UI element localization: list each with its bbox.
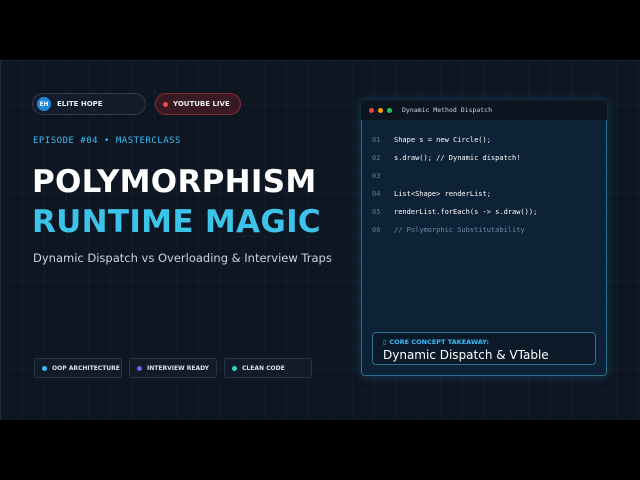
code-text: Shape s = new Circle(); [394, 136, 491, 144]
window-minimize-icon [378, 107, 383, 113]
code-text: renderList.forEach(s -> s.draw()); [394, 208, 538, 216]
line-number: 05 [372, 208, 381, 216]
line-number: 06 [372, 226, 381, 234]
tag-oop-architecture: OOP ARCHITECTURE [34, 358, 122, 378]
title-line-1: POLYMORPHISM [32, 164, 317, 200]
tag-dot-icon [42, 365, 47, 371]
subtitle: Dynamic Dispatch vs Overloading & Interv… [33, 251, 332, 265]
tag-interview-ready: INTERVIEW READY [129, 358, 217, 378]
lightbulb-icon: ▯ [383, 338, 387, 346]
code-text: List<Shape> renderList; [394, 190, 491, 198]
live-badge-label: YOUTUBE LIVE [173, 100, 230, 108]
brand-name: ELITE HOPE [57, 100, 103, 108]
line-number: 02 [372, 154, 381, 162]
tag-label: CLEAN CODE [242, 364, 285, 372]
tag-label: INTERVIEW READY [147, 364, 209, 372]
line-number: 01 [372, 136, 381, 144]
code-text: s.draw(); // Dynamic dispatch! [394, 154, 521, 162]
takeaway-box: ▯ CORE CONCEPT TAKEAWAY: Dynamic Dispatc… [372, 332, 596, 365]
code-window-titlebar: Dynamic Method Dispatch [361, 100, 607, 120]
thumbnail-canvas: EH ELITE HOPE YOUTUBE LIVE EPISODE #04 •… [0, 60, 640, 420]
code-line: 01 Shape s = new Circle(); [372, 134, 491, 146]
code-line: 06 // Polymorphic Substitutability [372, 224, 525, 236]
line-number: 04 [372, 190, 381, 198]
code-line: 05 renderList.forEach(s -> s.draw()); [372, 206, 537, 218]
code-line: 02 s.draw(); // Dynamic dispatch! [372, 152, 520, 164]
code-line: 04 List<Shape> renderList; [372, 188, 491, 200]
brand-logo-icon: EH [37, 97, 51, 111]
code-window-title: Dynamic Method Dispatch [402, 106, 493, 114]
code-window: Dynamic Method Dispatch 01 Shape s = new… [361, 100, 607, 376]
takeaway-label: CORE CONCEPT TAKEAWAY: [389, 338, 489, 346]
window-close-icon [369, 107, 374, 113]
window-maximize-icon [387, 107, 392, 113]
brand-badge: EH ELITE HOPE [32, 93, 146, 115]
tag-dot-icon [137, 365, 142, 371]
live-dot-icon [163, 101, 168, 107]
episode-label: EPISODE #04 • MASTERCLASS [33, 136, 181, 146]
live-badge: YOUTUBE LIVE [155, 93, 241, 115]
title-line-2: RUNTIME MAGIC [32, 204, 321, 240]
line-number: 03 [372, 172, 381, 180]
takeaway-value: Dynamic Dispatch & VTable [383, 348, 549, 362]
takeaway-label-row: ▯ CORE CONCEPT TAKEAWAY: [383, 338, 595, 346]
tag-clean-code: CLEAN CODE [224, 358, 312, 378]
tag-label: OOP ARCHITECTURE [52, 364, 120, 372]
tag-dot-icon [232, 365, 237, 371]
code-comment: // Polymorphic Substitutability [394, 226, 525, 234]
code-line: 03 [372, 170, 394, 182]
